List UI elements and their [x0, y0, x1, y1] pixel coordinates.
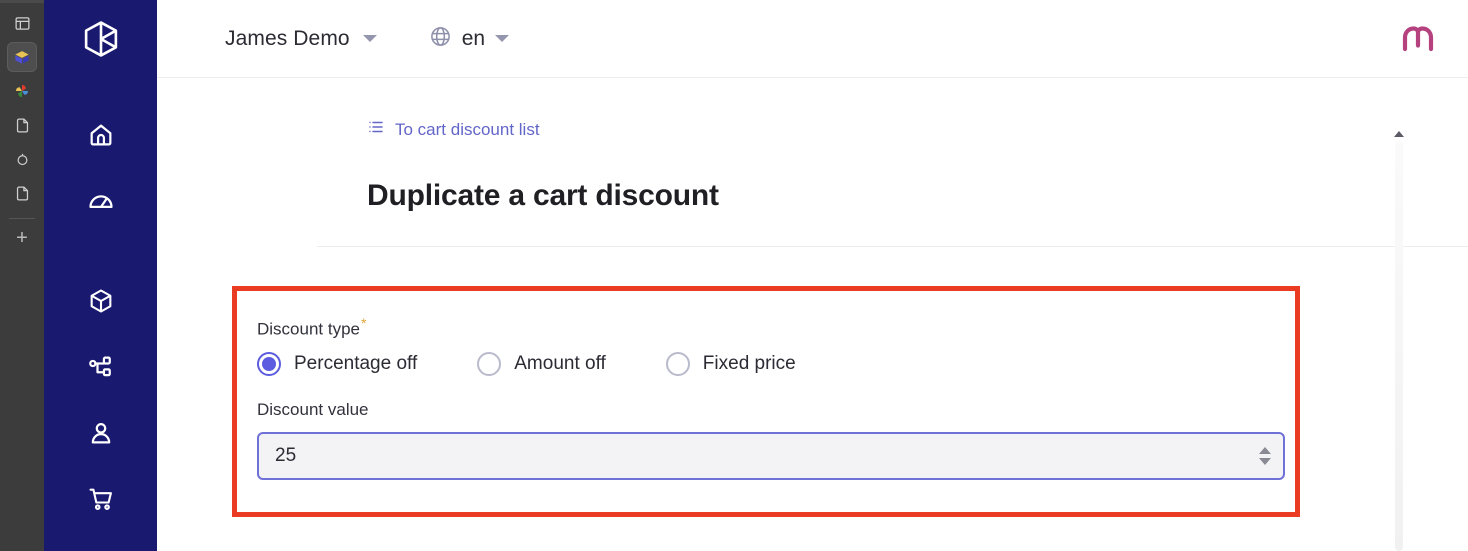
- radio-amount-off[interactable]: Amount off: [477, 351, 606, 376]
- stepper-up-icon[interactable]: [1259, 446, 1271, 454]
- document-icon[interactable]: [7, 110, 37, 140]
- app-sidebar: [44, 0, 157, 551]
- main-region: James Demo en To cart discount list Dupl…: [157, 0, 1468, 551]
- sidebar-item-overview[interactable]: [79, 179, 123, 223]
- add-app-button[interactable]: +: [7, 223, 37, 253]
- discount-value-field: [257, 431, 1285, 480]
- medusa-logo[interactable]: [80, 18, 122, 65]
- pinwheel-icon[interactable]: [7, 76, 37, 106]
- sidebar-item-categories[interactable]: [79, 345, 123, 389]
- page-title: Duplicate a cart discount: [367, 179, 719, 212]
- discount-value-label: Discount value: [257, 399, 369, 419]
- annotation-highlight: Discount type* Percentage off Amount off: [232, 286, 1300, 517]
- breadcrumb[interactable]: To cart discount list: [367, 118, 540, 141]
- discount-type-label: Discount type*: [257, 315, 367, 339]
- window-icon[interactable]: [7, 8, 37, 38]
- discount-type-group: Discount type* Percentage off Amount off: [237, 291, 1295, 480]
- radio-label: Amount off: [514, 352, 606, 374]
- breadcrumb-label: To cart discount list: [395, 119, 540, 139]
- scroll-track[interactable]: [1395, 141, 1403, 551]
- globe-icon: [429, 25, 452, 53]
- radio-dot-icon: [665, 351, 690, 376]
- chevron-down-icon: [362, 35, 377, 42]
- sidebar-item-home[interactable]: [79, 113, 123, 157]
- quantity-stepper[interactable]: [1259, 446, 1271, 465]
- list-icon: [367, 118, 385, 141]
- radio-dot-icon: [477, 351, 502, 376]
- app-active-icon[interactable]: [7, 42, 37, 72]
- radio-dot-icon: [257, 351, 281, 376]
- content-scrollbar[interactable]: [1392, 131, 1406, 551]
- chevron-down-icon: [495, 35, 510, 42]
- medusa-brand-logo[interactable]: [1396, 17, 1440, 61]
- language-code: en: [461, 26, 486, 50]
- store-selector[interactable]: James Demo: [225, 27, 377, 51]
- radio-label: Percentage off: [294, 352, 418, 374]
- app-screen: + James Demo en To cart discount list Du…: [0, 0, 1468, 551]
- radio-label: Fixed price: [702, 352, 796, 374]
- os-app-rail: +: [0, 0, 44, 551]
- stepper-down-icon[interactable]: [1259, 457, 1271, 465]
- radio-percentage-off[interactable]: Percentage off: [257, 351, 418, 376]
- page-content: To cart discount list Duplicate a cart d…: [157, 78, 1468, 551]
- sidebar-item-orders[interactable]: [79, 477, 123, 521]
- discount-value-input[interactable]: [257, 431, 1285, 480]
- rail-divider: [9, 218, 35, 219]
- scroll-up-icon[interactable]: [1394, 131, 1404, 137]
- required-marker: *: [361, 315, 367, 331]
- topbar: James Demo en: [157, 0, 1468, 78]
- document2-icon[interactable]: [7, 178, 37, 208]
- sidebar-item-products[interactable]: [79, 279, 123, 323]
- discount-form: Discount type* Percentage off Amount off: [157, 247, 1468, 551]
- radio-fixed-price[interactable]: Fixed price: [665, 351, 796, 376]
- language-selector[interactable]: en: [429, 25, 510, 53]
- page-header: To cart discount list Duplicate a cart d…: [157, 78, 1468, 213]
- sidebar-item-customers[interactable]: [79, 411, 123, 455]
- store-name: James Demo: [225, 26, 350, 50]
- discount-type-radio-group: Percentage off Amount off Fixed price: [257, 351, 1295, 376]
- circle-icon[interactable]: [7, 144, 37, 174]
